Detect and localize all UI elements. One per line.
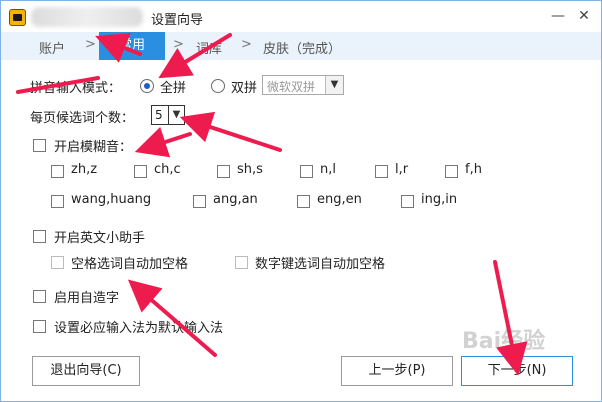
digit-autospace-checkbox[interactable] — [235, 256, 248, 269]
candidates-select[interactable]: 5 ▼ — [151, 105, 185, 125]
fuzzy-pair-checkbox[interactable] — [193, 195, 206, 208]
fuzzy-pair-checkbox[interactable] — [300, 165, 313, 178]
app-icon — [9, 9, 26, 26]
step-dictionary[interactable]: 词库 — [196, 38, 222, 57]
candidates-label: 每页候选词个数： — [30, 111, 135, 126]
window-title: 设置向导 — [151, 13, 204, 28]
set-default-label: 设置必应输入法为默认输入法 — [54, 321, 224, 336]
english-helper-checkbox[interactable] — [33, 230, 46, 243]
fuzzy-pair-label: f,h — [465, 162, 482, 177]
step-separator: > — [173, 37, 184, 52]
title-bar: 设置向导 — ✕ — [0, 0, 602, 32]
quanpin-radio[interactable] — [140, 79, 154, 93]
quanpin-label[interactable]: 全拼 — [160, 77, 186, 96]
space-autospace-checkbox[interactable] — [51, 256, 64, 269]
fuzzy-checkbox[interactable] — [33, 139, 46, 152]
fuzzy-pair-checkbox[interactable] — [51, 165, 64, 178]
chevron-down-icon: ▼ — [325, 76, 343, 94]
auto-word-label: 启用自造字 — [54, 291, 120, 306]
fuzzy-pair-checkbox[interactable] — [445, 165, 458, 178]
fuzzy-label: 开启模糊音： — [54, 140, 133, 155]
fuzzy-pair-label: ing,in — [421, 192, 458, 207]
set-default-checkbox[interactable] — [33, 320, 46, 333]
fuzzy-pair-checkbox[interactable] — [51, 195, 64, 208]
step-account[interactable]: 账户 — [39, 38, 65, 57]
shuangpin-label[interactable]: 双拼 — [231, 77, 257, 96]
fuzzy-pair-label: eng,en — [317, 192, 362, 207]
fuzzy-pair-label: ang,an — [213, 192, 258, 207]
fuzzy-pair-label: l,r — [395, 162, 409, 177]
blurred-app-name — [31, 7, 143, 27]
fuzzy-pair-label: wang,huang — [71, 192, 152, 207]
auto-word-checkbox[interactable] — [33, 290, 46, 303]
shuangpin-scheme-select[interactable]: 微软双拼 ▼ — [262, 75, 344, 95]
step-skin[interactable]: 皮肤（完成） — [263, 38, 341, 57]
minimize-button[interactable]: — — [549, 7, 567, 25]
fuzzy-pair-checkbox[interactable] — [217, 165, 230, 178]
arrow-to-candidates — [179, 111, 282, 152]
fuzzy-pair-label: ch,c — [154, 162, 181, 177]
fuzzy-pair-label: zh,z — [71, 162, 98, 177]
close-button[interactable]: ✕ — [575, 7, 593, 25]
candidates-value: 5 — [155, 108, 163, 122]
prev-step-button[interactable]: 上一步(P) — [341, 356, 453, 386]
watermark: Bai经验 — [462, 329, 546, 354]
fuzzy-pair-checkbox[interactable] — [401, 195, 414, 208]
wizard-steps: 账户 > 常用 > 词库 > 皮肤（完成） — [1, 32, 601, 60]
fuzzy-pair-checkbox[interactable] — [297, 195, 310, 208]
arrow-to-fuzzy — [134, 126, 192, 158]
step-separator: > — [85, 37, 96, 52]
digit-autospace-label: 数字键选词自动加空格 — [255, 257, 386, 272]
shuangpin-scheme-value: 微软双拼 — [267, 80, 316, 94]
step-common[interactable]: 常用 — [99, 32, 165, 60]
fuzzy-pair-checkbox[interactable] — [375, 165, 388, 178]
fuzzy-pair-label: sh,s — [237, 162, 263, 177]
exit-wizard-button[interactable]: 退出向导(C) — [32, 356, 140, 386]
space-autospace-label: 空格选词自动加空格 — [71, 257, 189, 272]
pinyin-mode-label: 拼音输入模式： — [30, 81, 122, 96]
step-separator: > — [241, 37, 252, 52]
chevron-down-icon: ▼ — [168, 106, 184, 124]
fuzzy-pair-label: n,l — [320, 162, 336, 177]
fuzzy-pair-checkbox[interactable] — [134, 165, 147, 178]
next-step-button[interactable]: 下一步(N) — [461, 356, 573, 386]
english-helper-label: 开启英文小助手 — [54, 231, 146, 246]
shuangpin-radio[interactable] — [211, 79, 225, 93]
